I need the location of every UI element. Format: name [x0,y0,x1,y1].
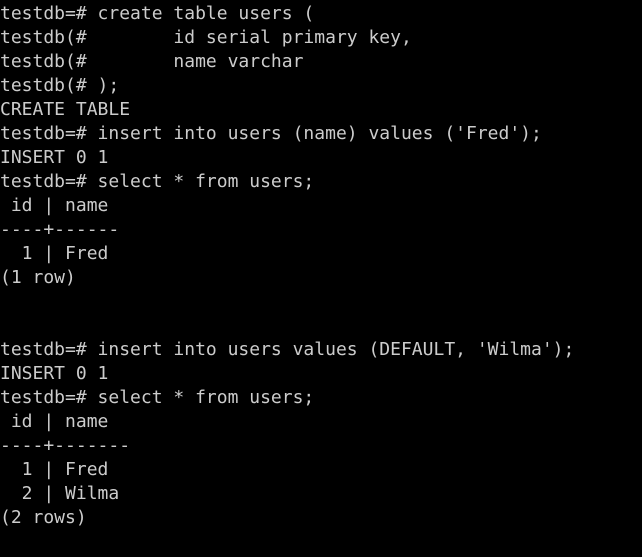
terminal-line: testdb=# insert into users (name) values… [0,123,542,144]
terminal-line: testdb(# name varchar [0,51,304,72]
terminal-line: testdb=# select * from users; [0,387,315,408]
terminal-line: 1 | Fred [0,459,109,480]
terminal-line: testdb=# insert into users values (DEFAU… [0,339,575,360]
terminal-line: testdb(# ); [0,75,120,96]
terminal-line: ----+------ [0,219,120,240]
terminal-line: 1 | Fred [0,243,109,264]
terminal-line: INSERT 0 1 [0,363,109,384]
terminal-line: (1 row) [0,267,76,288]
terminal-line: ----+------- [0,435,131,456]
terminal-line: testdb=# select * from users; [0,171,315,192]
terminal-line: id | name [0,195,109,216]
terminal-line: INSERT 0 1 [0,147,109,168]
terminal-line: testdb(# id serial primary key, [0,27,412,48]
terminal-line: (2 rows) [0,507,87,528]
terminal-window[interactable]: testdb=# create table users ( testdb(# i… [0,0,642,557]
terminal-line: CREATE TABLE [0,99,131,120]
terminal-line: 2 | Wilma [0,483,120,504]
terminal-line: testdb=# create table users ( [0,3,315,24]
terminal-line: id | name [0,411,109,432]
